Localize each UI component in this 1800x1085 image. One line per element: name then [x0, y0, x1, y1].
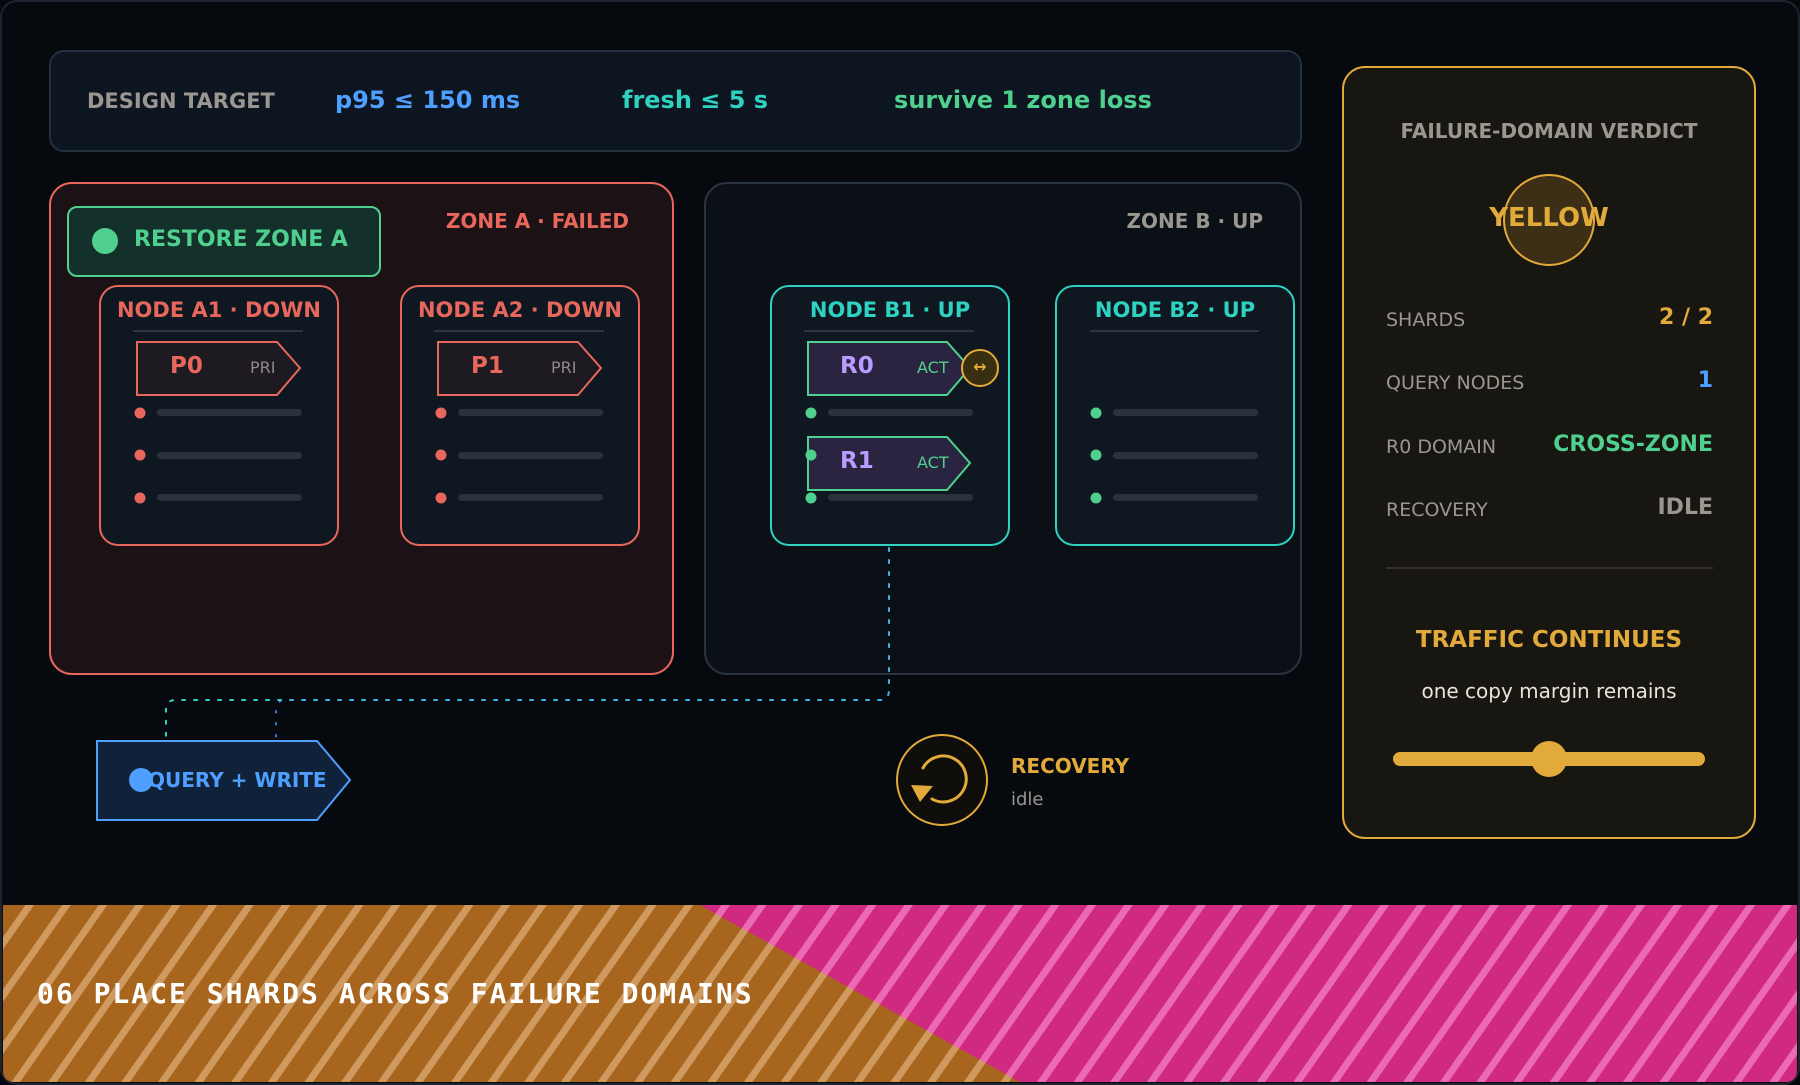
shard-p1-role: PRI: [551, 358, 577, 377]
verdict-recovery-label: RECOVERY: [1386, 499, 1488, 521]
restore-zone-a-label[interactable]: RESTORE ZONE A: [134, 227, 348, 252]
shard-r1-role: ACT: [917, 453, 949, 472]
verdict-shards-value: 2 / 2: [1659, 305, 1713, 330]
shard-p1-tag: [437, 341, 603, 396]
design-target-label: DESIGN TARGET: [87, 89, 275, 113]
verdict-query-nodes-label: QUERY NODES: [1386, 372, 1525, 394]
shard-p1-name: P1: [471, 353, 504, 379]
recovery-label: RECOVERY: [1011, 754, 1130, 778]
verdict-subline: one copy margin remains: [1421, 679, 1677, 703]
verdict-query-nodes-value: 1: [1697, 368, 1713, 393]
node-b1-title: NODE B1 · UP: [809, 298, 971, 322]
shard-p0-tag: [136, 341, 302, 396]
node-a2-title: NODE A2 · DOWN: [417, 298, 622, 322]
verdict-r0-domain-value: CROSS-ZONE: [1553, 432, 1713, 457]
verdict-status: YELLOW: [1489, 203, 1609, 233]
recovery-status: idle: [1011, 789, 1044, 810]
shard-p0-name: P0: [170, 353, 203, 379]
query-write-label[interactable]: QUERY + WRITE: [148, 768, 327, 792]
verdict-shards-label: SHARDS: [1386, 309, 1466, 331]
target-freshness: fresh ≤ 5 s: [622, 86, 769, 114]
swap-icon-glyph: ↔: [973, 357, 987, 376]
target-survivability: survive 1 zone loss: [894, 86, 1152, 114]
target-latency: p95 ≤ 150 ms: [335, 86, 521, 114]
diagram-canvas: [0, 0, 1800, 1085]
verdict-title: FAILURE-DOMAIN VERDICT: [1400, 119, 1698, 143]
node-b2-title: NODE B2 · UP: [1094, 298, 1256, 322]
recovery-gauge: [896, 734, 988, 826]
footer-title: 06 PLACE SHARDS ACROSS FAILURE DOMAINS: [37, 977, 754, 1010]
shard-r0-role: ACT: [917, 358, 949, 377]
zone-b-title: ZONE B · UP: [1126, 209, 1263, 233]
verdict-r0-domain-label: R0 DOMAIN: [1386, 436, 1497, 458]
zone-a-title: ZONE A · FAILED: [445, 209, 629, 233]
shard-r1-name: R1: [840, 448, 874, 474]
verdict-headline: TRAFFIC CONTINUES: [1415, 627, 1683, 653]
verdict-recovery-value: IDLE: [1657, 495, 1714, 520]
node-a1-title: NODE A1 · DOWN: [116, 298, 321, 322]
restore-dot-icon: [92, 228, 118, 254]
shard-r0-name: R0: [840, 353, 874, 379]
margin-slider-thumb[interactable]: [1531, 741, 1567, 777]
shard-p0-role: PRI: [250, 358, 276, 377]
